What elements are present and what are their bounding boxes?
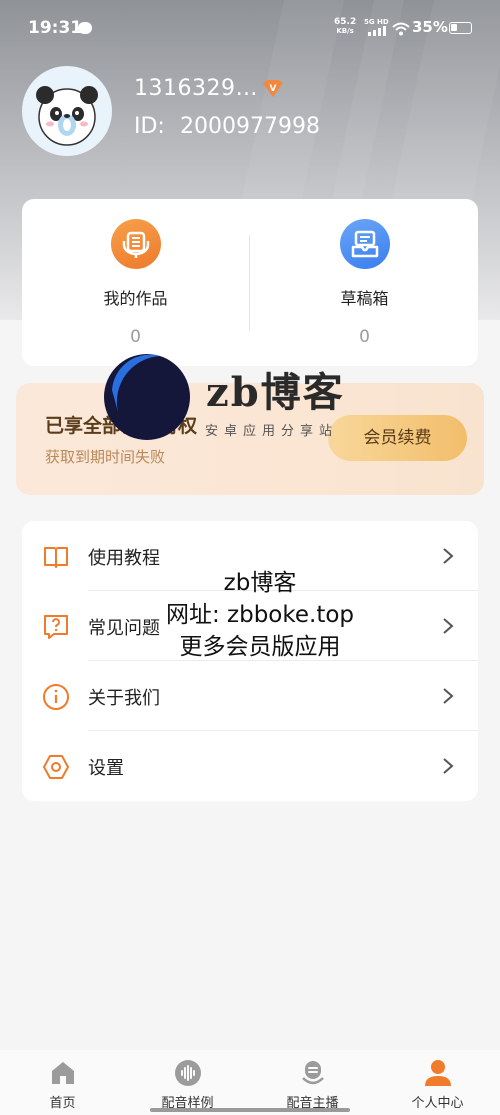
wifi-icon: [392, 22, 410, 36]
nav-home[interactable]: 首页: [0, 1050, 125, 1115]
settings-hexagon-icon: [43, 755, 69, 779]
home-indicator[interactable]: [150, 1108, 350, 1112]
chevron-right-icon: [443, 758, 454, 774]
chevron-right-icon: [443, 618, 454, 634]
nav-label: 个人中心: [411, 1096, 464, 1111]
stats-card: 我的作品 0 草稿箱 0: [22, 199, 478, 366]
microphone-icon: [111, 219, 161, 269]
renew-membership-button[interactable]: 会员续费: [328, 415, 467, 461]
stat-drafts[interactable]: 草稿箱 0: [251, 199, 478, 366]
network-speed: 65.2 KB/s: [334, 18, 356, 36]
watermark-line: 更多会员版应用: [179, 634, 341, 660]
menu-item-about[interactable]: 关于我们: [22, 661, 478, 731]
menu-item-settings[interactable]: 设置: [22, 731, 478, 801]
avatar[interactable]: [22, 66, 112, 156]
question-icon: [44, 615, 68, 639]
chevron-right-icon: [443, 688, 454, 704]
chevron-right-icon: [443, 548, 454, 564]
nav-voice-samples[interactable]: 配音样例: [125, 1050, 250, 1115]
stat-my-works[interactable]: 我的作品 0: [22, 199, 249, 366]
person-icon: [425, 1060, 451, 1086]
network-type: 5G HD: [364, 18, 389, 26]
info-icon: [43, 684, 69, 710]
vip-badge-icon: V: [263, 80, 283, 97]
bottom-nav: 首页 配音样例 配音主播 个人中心: [0, 1050, 500, 1115]
menu-item-label: 设置: [88, 758, 124, 779]
watermark-logo-icon: [104, 352, 190, 440]
stat-label: 我的作品: [103, 289, 168, 308]
username: 1316329…: [134, 76, 258, 101]
battery-percent: 35%: [412, 18, 448, 36]
vip-expiry-text: 获取到期时间失败: [45, 448, 166, 466]
speed-unit: KB/s: [336, 27, 354, 35]
menu-item-label: 关于我们: [88, 688, 160, 709]
speed-value: 65.2: [334, 17, 357, 27]
user-id-value: 2000977998: [180, 114, 320, 139]
watermark-brand: zb博客: [206, 369, 345, 416]
stat-count: 0: [130, 327, 141, 347]
stat-label: 草稿箱: [340, 289, 389, 308]
nav-profile[interactable]: 个人中心: [375, 1050, 500, 1115]
divider: [249, 235, 250, 331]
chat-bubble-icon: [78, 22, 92, 34]
audio-wave-icon: [175, 1060, 201, 1086]
stat-count: 0: [359, 327, 370, 347]
nav-voice-anchors[interactable]: 配音主播: [250, 1050, 375, 1115]
watermark-tagline: 安卓应用分享站: [205, 424, 339, 439]
nav-label: 首页: [49, 1096, 76, 1111]
signal-icon: [368, 26, 386, 36]
draft-box-icon: [340, 219, 390, 269]
book-icon: [44, 547, 68, 568]
status-time: 19:31: [28, 18, 83, 38]
user-id-label: ID:: [134, 114, 165, 139]
watermark-line: 网址: zbboke.top: [165, 602, 355, 628]
panda-avatar-icon: [36, 86, 98, 146]
status-bar: 19:31 65.2 KB/s 5G HD 35%: [0, 0, 500, 58]
battery-icon: [449, 22, 472, 34]
anchor-mic-icon: [302, 1061, 324, 1085]
home-icon: [52, 1062, 74, 1084]
vip-badge-letter: V: [270, 84, 277, 94]
watermark-line: zb博客: [223, 570, 297, 596]
